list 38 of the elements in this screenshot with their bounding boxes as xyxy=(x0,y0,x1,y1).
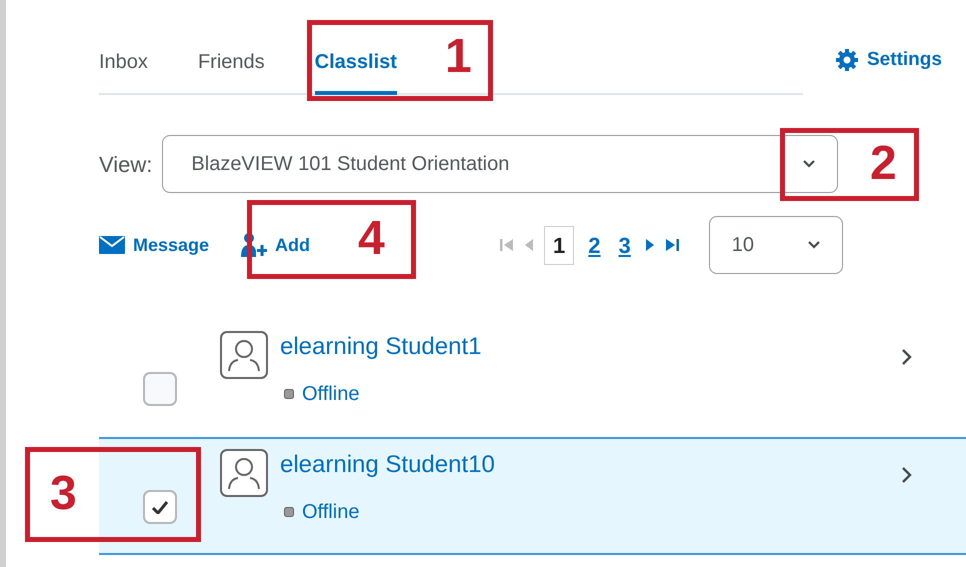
tab[interactable]: Inbox xyxy=(99,47,148,95)
status-text: Offline xyxy=(302,382,360,407)
caret-icon xyxy=(808,241,820,249)
callout-number: 1 xyxy=(445,33,472,81)
message-button[interactable]: Message xyxy=(99,232,210,258)
student-name-link[interactable]: elearning Student1 xyxy=(280,329,482,365)
caret-icon xyxy=(803,160,816,168)
avatar-icon xyxy=(220,331,268,379)
checkbox[interactable] xyxy=(142,372,176,406)
tab[interactable]: Friends xyxy=(198,47,265,95)
callout-number: 4 xyxy=(358,215,385,263)
callout-number: 2 xyxy=(870,140,897,188)
callout-number: 3 xyxy=(50,470,77,518)
last-page-icon xyxy=(664,238,679,252)
page-size-dropdown[interactable]: 10 xyxy=(708,216,843,274)
tab[interactable]: Classlist xyxy=(314,47,397,95)
envelope-icon xyxy=(99,236,125,254)
status-text: Offline xyxy=(302,500,360,525)
check-icon xyxy=(152,500,168,514)
first-page-icon xyxy=(500,238,514,252)
page-link[interactable]: 1 xyxy=(544,226,574,264)
page-link[interactable]: 3 xyxy=(614,228,635,262)
avatar-icon xyxy=(220,449,268,497)
student-row[interactable]: elearning Student1 Offline xyxy=(99,319,966,437)
next-page-icon xyxy=(644,238,655,252)
settings-button[interactable]: Settings xyxy=(835,46,942,74)
view-label: View: xyxy=(99,150,152,178)
settings-icon xyxy=(835,48,859,72)
person-add-icon xyxy=(241,232,268,258)
checkbox[interactable] xyxy=(142,490,176,524)
previous-page-icon xyxy=(524,238,534,252)
student-name-link[interactable]: elearning Student10 xyxy=(280,447,495,483)
chevron-right-icon xyxy=(902,467,912,483)
student-row[interactable]: elearning Student10 Offline xyxy=(99,437,966,555)
page-link[interactable]: 2 xyxy=(584,228,605,262)
chevron-right-icon xyxy=(902,349,912,365)
add-button[interactable]: Add xyxy=(241,232,310,258)
view-dropdown[interactable]: BlazeVIEW 101 Student Orientation xyxy=(162,135,838,193)
